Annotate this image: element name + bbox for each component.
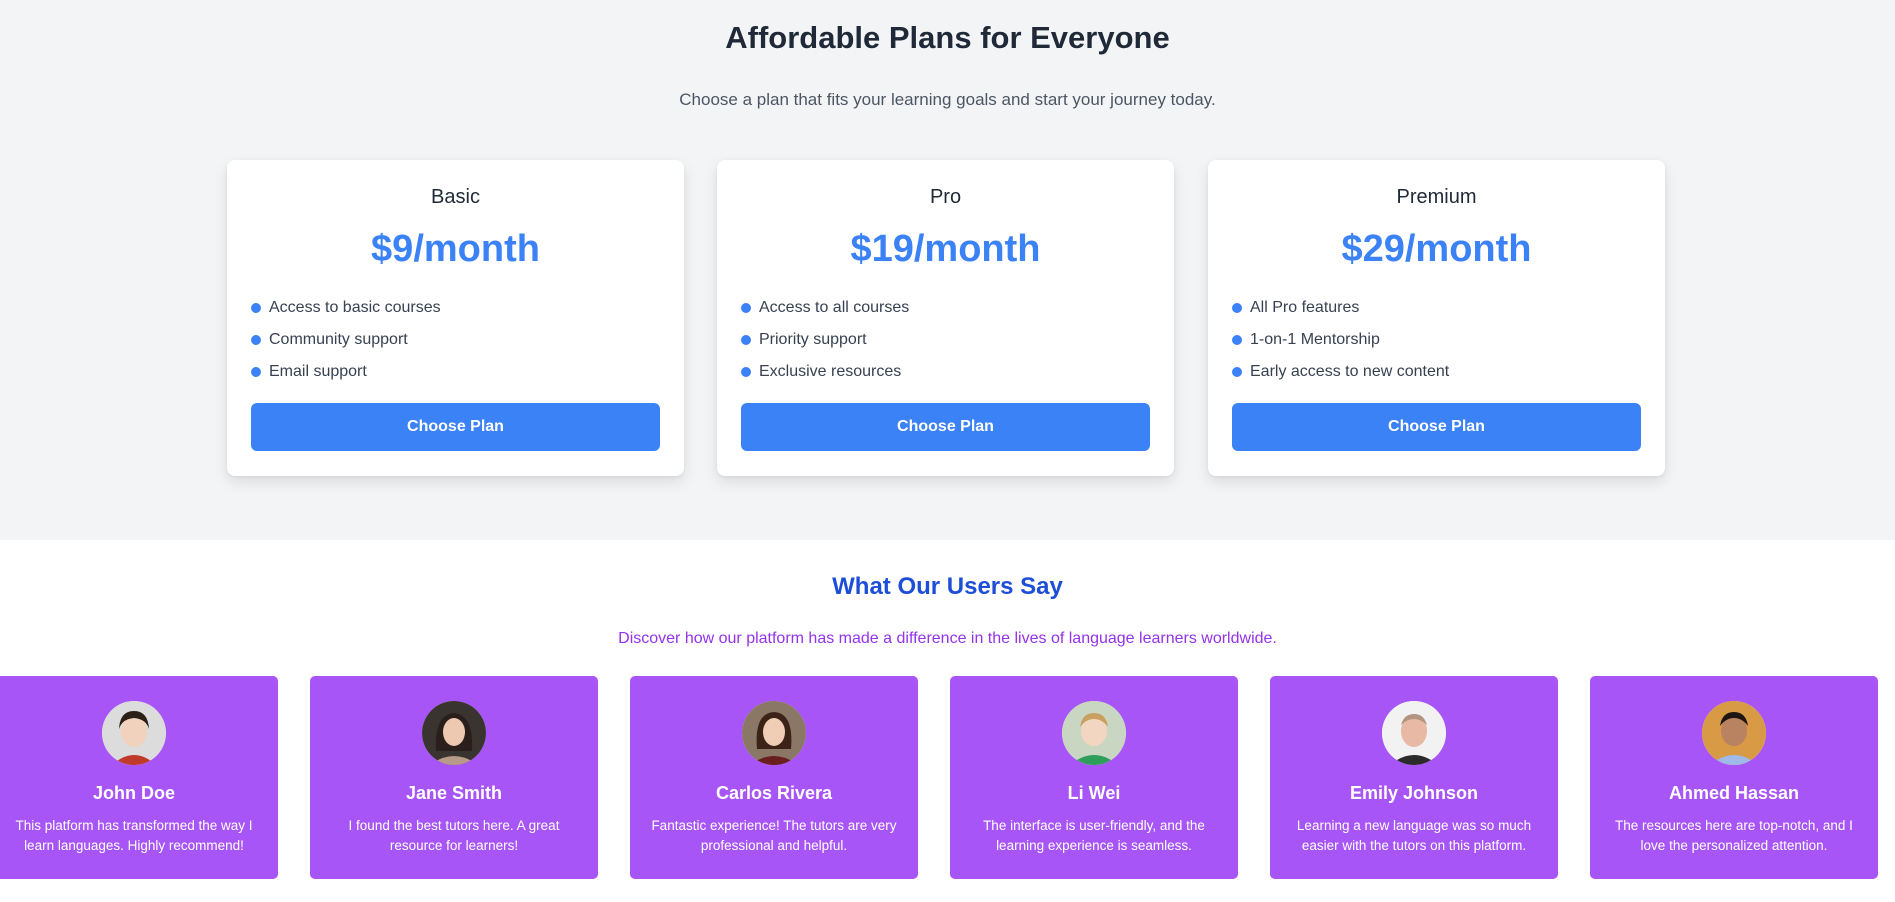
user-avatar (422, 701, 486, 765)
testimonial-card: John Doe This platform has transformed t… (0, 676, 278, 879)
plan-feature-list: All Pro features 1-on-1 Mentorship Early… (1232, 292, 1641, 388)
plan-feature: Priority support (741, 324, 1150, 356)
testimonial-quote: The interface is user-friendly, and the … (983, 818, 1205, 853)
plan-feature-list: Access to all courses Priority support E… (741, 292, 1150, 388)
plan-feature-label: Early access to new content (1250, 363, 1450, 380)
plan-feature-label: Email support (269, 363, 367, 380)
choose-plan-basic-button[interactable]: Choose Plan (251, 403, 660, 451)
choose-plan-pro-button[interactable]: Choose Plan (741, 403, 1150, 451)
bullet-dot-icon (1232, 303, 1242, 313)
bullet-dot-icon (741, 303, 751, 313)
bullet-dot-icon (251, 303, 261, 313)
plan-feature-label: Access to all courses (759, 299, 910, 316)
testimonial-card: Carlos Rivera Fantastic experience! The … (630, 676, 918, 879)
testimonial-name: Carlos Rivera (715, 783, 833, 803)
user-avatar (102, 701, 166, 765)
plan-price: $9/month (371, 228, 540, 270)
testimonial-name: Ahmed Hassan (1668, 783, 1800, 803)
testimonial-quote: The resources here are top-notch, and I … (1615, 818, 1853, 853)
user-avatar (742, 701, 806, 765)
plan-feature: Exclusive resources (741, 356, 1150, 388)
plan-feature-label: 1-on-1 Mentorship (1250, 331, 1380, 348)
testimonial-name: Jane Smith (405, 783, 503, 803)
testimonial-name: John Doe (92, 783, 175, 803)
testimonial-quote: I found the best tutors here. A great re… (348, 818, 560, 853)
plan-price: $19/month (850, 228, 1041, 270)
testimonial-card: Ahmed Hassan The resources here are top-… (1590, 676, 1878, 879)
testimonial-quote: This platform has transformed the way I … (15, 818, 253, 853)
plan-name: Premium (1396, 186, 1477, 208)
testimonial-quote: Learning a new language was so much easi… (1296, 818, 1532, 853)
bullet-dot-icon (1232, 367, 1242, 377)
user-avatar (1062, 701, 1126, 765)
testimonial-name: Li Wei (1067, 783, 1121, 803)
pricing-subtitle: Choose a plan that fits your learning go… (679, 90, 1216, 109)
bullet-dot-icon (251, 367, 261, 377)
testimonials-subtitle: Discover how our platform has made a dif… (618, 630, 1277, 647)
plan-feature-list: Access to basic courses Community suppor… (251, 292, 660, 388)
plan-feature-label: All Pro features (1250, 299, 1360, 316)
plan-feature-label: Community support (269, 331, 408, 348)
plan-price: $29/month (1341, 228, 1532, 270)
plan-card-pro: Pro $19/month Access to all courses Prio… (717, 160, 1174, 476)
plan-feature: All Pro features (1232, 292, 1641, 324)
plan-card-basic: Basic $9/month Access to basic courses C… (227, 160, 684, 476)
bullet-dot-icon (1232, 335, 1242, 345)
plan-feature-label: Access to basic courses (269, 299, 441, 316)
bullet-dot-icon (741, 367, 751, 377)
user-avatar (1702, 701, 1766, 765)
plan-card-premium: Premium $29/month All Pro features 1-on-… (1208, 160, 1665, 476)
testimonial-card: Jane Smith I found the best tutors here.… (310, 676, 598, 879)
plan-feature: Early access to new content (1232, 356, 1641, 388)
plan-name: Basic (431, 186, 480, 208)
plan-name: Pro (929, 186, 962, 208)
bullet-dot-icon (251, 335, 261, 345)
testimonial-card: Li Wei The interface is user-friendly, a… (950, 676, 1238, 879)
plan-feature: Email support (251, 356, 660, 388)
user-avatar (1382, 701, 1446, 765)
testimonial-name: Emily Johnson (1349, 783, 1479, 803)
plan-feature: Access to all courses (741, 292, 1150, 324)
testimonial-card: Emily Johnson Learning a new language wa… (1270, 676, 1558, 879)
testimonials-title: What Our Users Say (832, 573, 1063, 600)
bullet-dot-icon (741, 335, 751, 345)
pricing-section: Affordable Plans for Everyone Choose a p… (0, 0, 1895, 540)
choose-plan-premium-button[interactable]: Choose Plan (1232, 403, 1641, 451)
plan-feature: Community support (251, 324, 660, 356)
plan-feature-label: Priority support (759, 331, 867, 348)
testimonial-quote: Fantastic experience! The tutors are ver… (651, 818, 897, 853)
plan-feature: 1-on-1 Mentorship (1232, 324, 1641, 356)
pricing-title: Affordable Plans for Everyone (725, 20, 1170, 55)
plan-feature: Access to basic courses (251, 292, 660, 324)
plan-feature-label: Exclusive resources (759, 363, 902, 380)
